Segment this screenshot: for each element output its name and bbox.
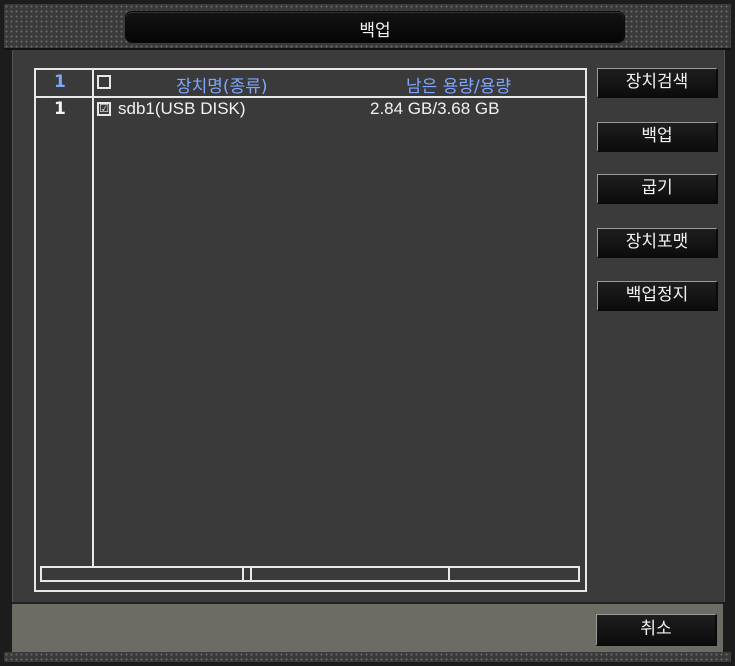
header-number: 1 <box>54 72 66 92</box>
column-divider <box>92 70 94 566</box>
stop-backup-button[interactable]: 백업정지 <box>597 281 718 311</box>
title-pill: 백업 <box>126 12 624 42</box>
main-panel: 1 장치명(종류) 남은 용량/용량 1 ☑ sdb1(USB DISK) 2.… <box>12 50 725 602</box>
header-capacity: 남은 용량/용량 <box>406 77 511 97</box>
device-search-button[interactable]: 장치검색 <box>597 68 718 98</box>
horizontal-scrollbar[interactable] <box>40 566 580 582</box>
row-device-name: sdb1(USB DISK) <box>118 99 246 118</box>
device-format-button[interactable]: 장치포맷 <box>597 228 718 258</box>
burn-button[interactable]: 굽기 <box>597 174 718 204</box>
footer-strip <box>4 652 731 662</box>
scrollbar-track-left[interactable] <box>42 568 244 580</box>
row-capacity: 2.84 GB/3.68 GB <box>370 99 500 118</box>
header-device-name: 장치명(종류) <box>176 77 268 97</box>
device-list: 1 장치명(종류) 남은 용량/용량 1 ☑ sdb1(USB DISK) 2.… <box>34 68 587 592</box>
window-title: 백업 <box>359 21 391 41</box>
backup-dialog: 백업 1 장치명(종류) 남은 용량/용량 1 ☑ sdb1(USB DISK)… <box>0 0 735 666</box>
list-header: 1 장치명(종류) 남은 용량/용량 <box>36 70 585 98</box>
row-number: 1 <box>54 99 66 119</box>
cancel-button[interactable]: 취소 <box>596 614 717 646</box>
table-row[interactable]: 1 ☑ sdb1(USB DISK) 2.84 GB/3.68 GB <box>36 98 585 120</box>
bottom-bar: 취소 <box>12 602 723 654</box>
backup-button[interactable]: 백업 <box>597 122 718 152</box>
row-checkbox[interactable]: ☑ <box>97 102 111 116</box>
scrollbar-track-right[interactable] <box>252 568 450 580</box>
title-bar: 백업 <box>4 4 731 50</box>
scrollbar-thumb[interactable] <box>244 568 252 580</box>
select-all-checkbox[interactable] <box>97 75 111 89</box>
